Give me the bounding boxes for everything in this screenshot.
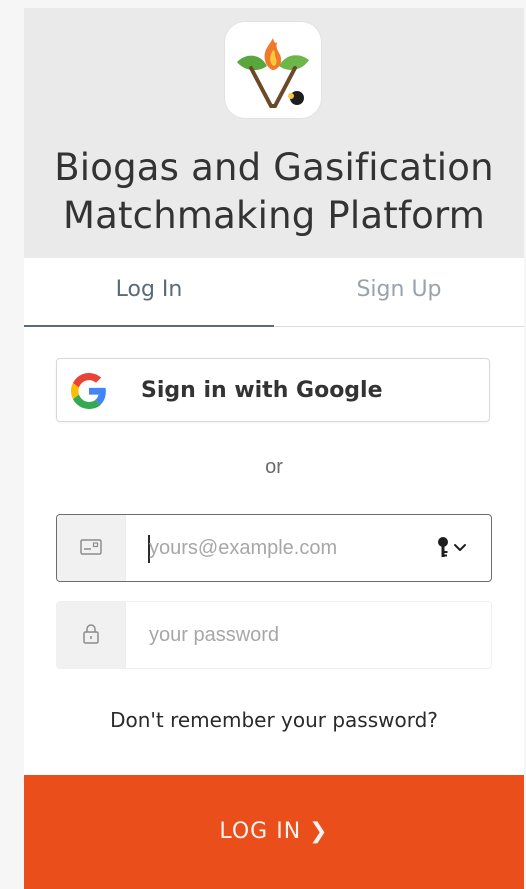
- password-field[interactable]: [56, 601, 492, 669]
- leaf-flame-logo-icon: [237, 38, 309, 108]
- google-icon: [71, 373, 106, 409]
- email-input[interactable]: [149, 515, 419, 581]
- active-tab-indicator: [24, 325, 274, 327]
- auth-tabs: Log In Sign Up: [24, 258, 524, 327]
- key-dropdown-icon: [438, 537, 466, 557]
- email-icon-box: [57, 515, 126, 581]
- header: Biogas and Gasification Matchmaking Plat…: [24, 8, 524, 258]
- log-in-submit-button[interactable]: LOG IN ❯: [24, 775, 524, 889]
- password-icon-box: [57, 602, 126, 668]
- log-in-button-label: LOG IN ❯: [219, 819, 329, 844]
- tab-log-in[interactable]: Log In: [24, 258, 274, 326]
- sign-in-with-google-button[interactable]: Sign in with Google: [56, 358, 490, 422]
- password-input[interactable]: [149, 602, 419, 668]
- password-manager-dropdown[interactable]: [435, 535, 469, 561]
- tab-sign-up[interactable]: Sign Up: [274, 258, 524, 326]
- lock-icon: [83, 624, 99, 644]
- mail-card-icon: [80, 539, 102, 555]
- page-title: Biogas and Gasification Matchmaking Plat…: [24, 144, 524, 240]
- forgot-password-link[interactable]: Don't remember your password?: [24, 708, 524, 732]
- title-line-2: Matchmaking Platform: [62, 194, 486, 237]
- login-card: Biogas and Gasification Matchmaking Plat…: [24, 8, 524, 889]
- google-button-label: Sign in with Google: [141, 378, 383, 403]
- platform-logo: [225, 22, 321, 118]
- or-separator: or: [265, 456, 283, 478]
- email-field[interactable]: [56, 514, 492, 582]
- login-page: Biogas and Gasification Matchmaking Plat…: [0, 0, 526, 889]
- title-line-1: Biogas and Gasification: [54, 146, 494, 189]
